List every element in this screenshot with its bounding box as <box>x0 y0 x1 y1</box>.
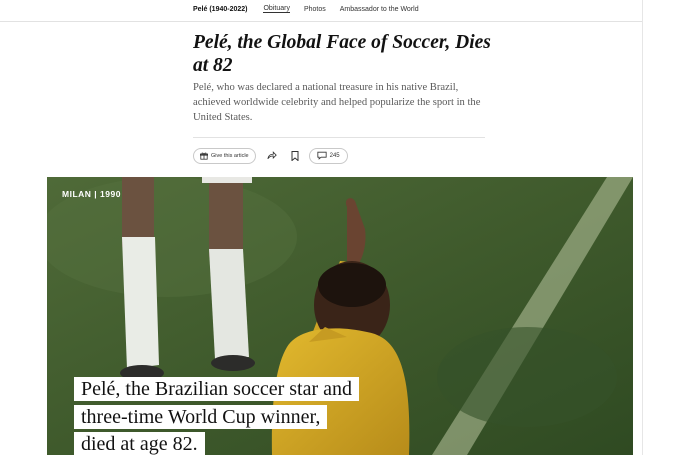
comment-count: 245 <box>329 152 340 159</box>
share-bar: Give this article 245 <box>193 147 348 164</box>
comments-button[interactable]: 245 <box>308 147 348 164</box>
video-location-tag: MILAN | 1990 <box>62 189 121 199</box>
video-player[interactable]: MILAN | 1990 Pelé, the Brazilian soccer … <box>47 177 633 455</box>
video-caption-text: Pelé, the Brazilian soccer star and thre… <box>74 377 359 455</box>
video-caption: Pelé, the Brazilian soccer star and thre… <box>74 376 359 455</box>
nav-series-title[interactable]: Pelé (1940-2022) <box>193 6 247 13</box>
comment-icon <box>317 151 327 160</box>
save-button[interactable] <box>286 148 304 164</box>
bookmark-icon <box>291 150 299 161</box>
share-icon <box>267 151 277 160</box>
nav-link-obituary[interactable]: Obituary <box>263 5 290 13</box>
give-article-label: Give this article <box>211 152 249 159</box>
article-summary: Pelé, who was declared a national treasu… <box>193 82 481 123</box>
top-nav: Pelé (1940-2022) Obituary Photos Ambassa… <box>0 0 642 22</box>
nav-items: Pelé (1940-2022) Obituary Photos Ambassa… <box>193 5 433 13</box>
nav-link-ambassador[interactable]: Ambassador to the World <box>340 6 419 13</box>
headline: Pelé, the Global Face of Soccer, Dies at… <box>193 32 491 76</box>
divider <box>193 137 485 138</box>
page-edge-rule <box>642 0 643 455</box>
give-article-button[interactable]: Give this article <box>193 147 256 164</box>
share-button[interactable] <box>263 148 281 164</box>
nav-link-photos[interactable]: Photos <box>304 6 326 13</box>
gift-icon <box>200 152 208 160</box>
